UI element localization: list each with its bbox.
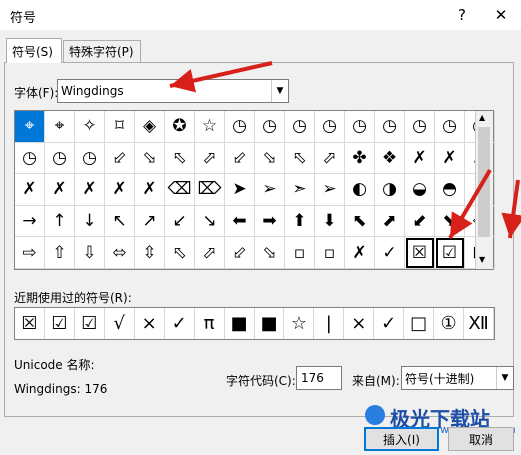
tab-symbols[interactable]: 符号(S) [6,38,62,63]
arrow-to-font [169,61,273,93]
arrow-to-symbol [448,168,492,240]
arrow-to-scrollbar [501,179,521,239]
annotation-arrows [169,61,521,240]
